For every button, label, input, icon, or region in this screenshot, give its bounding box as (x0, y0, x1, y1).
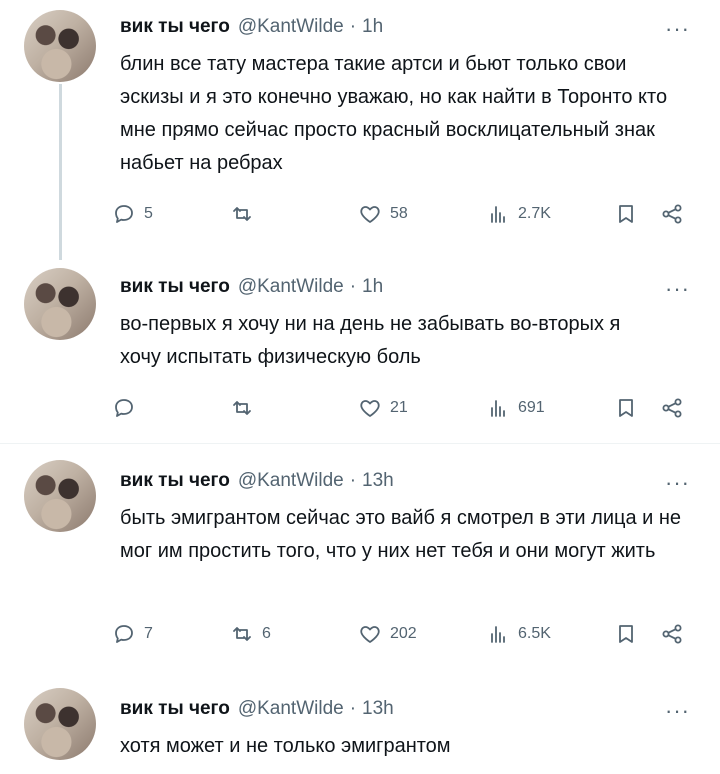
display-name[interactable]: вик ты чего (120, 698, 230, 720)
avatar[interactable] (24, 688, 96, 760)
share-button[interactable] (660, 202, 684, 226)
display-name[interactable]: вик ты чего (120, 16, 230, 38)
action-bar: 21 691 (112, 396, 692, 426)
tweet-text: блин все тату мастера такие артси и бьют… (120, 53, 668, 174)
like-button[interactable]: 58 (358, 202, 408, 226)
avatar[interactable] (24, 460, 96, 532)
display-name[interactable]: вик ты чего (120, 276, 230, 298)
bookmark-icon (619, 399, 633, 417)
retweet-icon (233, 627, 251, 641)
tweet-text: быть эмигрантом сейчас это вайб я смотре… (120, 507, 682, 562)
tweet[interactable]: вик ты чего @KantWilde · 1h ··· блин все… (0, 0, 720, 260)
retweet-button[interactable]: 6 (230, 622, 271, 646)
tweet-text: во-первых я хочу ни на день не забывать … (120, 313, 621, 368)
handle[interactable]: @KantWilde (238, 276, 344, 298)
handle[interactable]: @KantWilde (238, 698, 344, 720)
share-icon (662, 624, 682, 644)
tweet-text: хотя может и не только эмигрантом (120, 735, 451, 757)
tweet[interactable]: вик ты чего @KantWilde · 1h ··· во-первы… (0, 262, 720, 442)
reply-count: 5 (144, 205, 153, 222)
reply-count: 7 (144, 625, 153, 642)
more-options-icon[interactable]: ··· (665, 700, 690, 722)
retweet-icon (233, 401, 251, 415)
views-count: 691 (518, 399, 545, 416)
reply-icon (115, 205, 133, 223)
reply-button[interactable] (112, 396, 144, 420)
separator: · (349, 276, 357, 297)
tweet[interactable]: вик ты чего @KantWilde · 13h ··· быть эм… (0, 452, 720, 672)
more-options-icon[interactable]: ··· (665, 18, 690, 40)
like-icon (360, 626, 380, 643)
retweet-button[interactable] (230, 396, 262, 420)
avatar[interactable] (24, 268, 96, 340)
handle[interactable]: @KantWilde (238, 16, 344, 38)
timestamp[interactable]: 1h (362, 16, 383, 38)
retweet-count: 6 (262, 625, 271, 642)
like-icon (360, 206, 380, 223)
retweet-button[interactable] (230, 202, 262, 226)
views-icon (491, 400, 505, 417)
avatar[interactable] (24, 10, 96, 82)
like-icon (360, 400, 380, 417)
tweet-header: вик ты чего @KantWilde · 1h (120, 16, 383, 38)
views-button[interactable]: 6.5K (486, 622, 551, 646)
reply-button[interactable]: 7 (112, 622, 153, 646)
separator: · (349, 470, 357, 491)
retweet-icon (233, 207, 251, 221)
bookmark-button[interactable] (614, 622, 638, 646)
tweet[interactable]: вик ты чего @KantWilde · 13h ··· хотя мо… (0, 680, 720, 774)
divider (0, 443, 720, 444)
timestamp[interactable]: 13h (362, 470, 394, 492)
action-bar: 7 6 202 6.5K (112, 622, 692, 652)
share-icon (662, 398, 682, 418)
display-name[interactable]: вик ты чего (120, 470, 230, 492)
reply-icon (115, 625, 133, 643)
separator: · (349, 16, 357, 37)
tweet-header: вик ты чего @KantWilde · 13h (120, 470, 394, 492)
like-count: 21 (390, 399, 408, 416)
bookmark-icon (619, 625, 633, 643)
like-button[interactable]: 21 (358, 396, 408, 420)
more-options-icon[interactable]: ··· (665, 472, 690, 494)
share-button[interactable] (660, 622, 684, 646)
views-icon (491, 206, 505, 223)
bookmark-button[interactable] (614, 396, 638, 420)
views-count: 6.5K (518, 625, 551, 642)
bookmark-icon (619, 205, 633, 223)
bookmark-button[interactable] (614, 202, 638, 226)
separator: · (349, 698, 357, 719)
reply-button[interactable]: 5 (112, 202, 153, 226)
tweet-header: вик ты чего @KantWilde · 1h (120, 276, 383, 298)
action-bar: 5 58 2.7K (112, 202, 692, 232)
like-count: 58 (390, 205, 408, 222)
views-button[interactable]: 2.7K (486, 202, 551, 226)
like-count: 202 (390, 625, 417, 642)
timestamp[interactable]: 1h (362, 276, 383, 298)
share-icon (662, 204, 682, 224)
views-count: 2.7K (518, 205, 551, 222)
more-options-icon[interactable]: ··· (665, 278, 690, 300)
like-button[interactable]: 202 (358, 622, 417, 646)
handle[interactable]: @KantWilde (238, 470, 344, 492)
share-button[interactable] (660, 396, 684, 420)
views-button[interactable]: 691 (486, 396, 545, 420)
timestamp[interactable]: 13h (362, 698, 394, 720)
tweet-header: вик ты чего @KantWilde · 13h (120, 698, 394, 720)
reply-icon (115, 399, 133, 417)
views-icon (491, 626, 505, 643)
